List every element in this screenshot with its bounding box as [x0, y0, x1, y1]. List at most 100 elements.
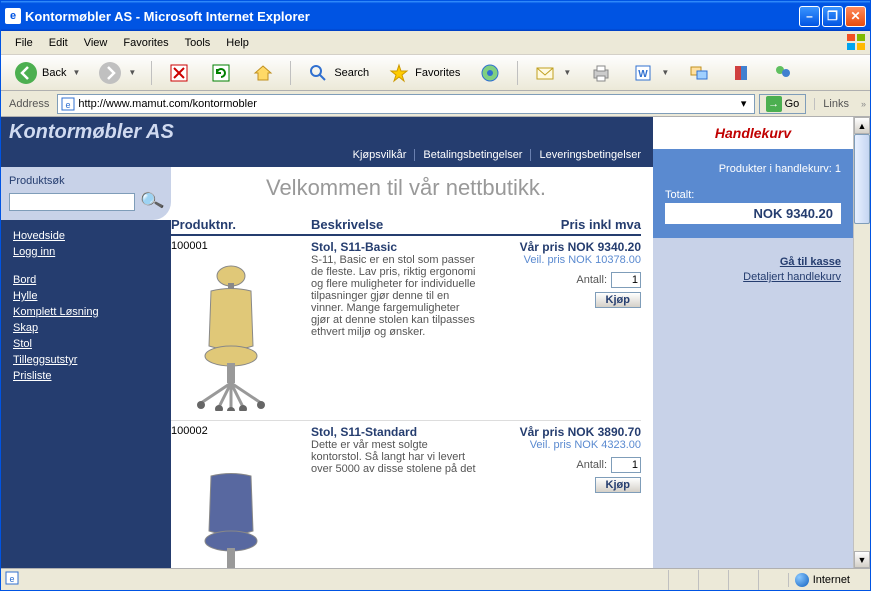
menu-view[interactable]: View [76, 35, 116, 51]
cart-summary: Produkter i handlekurv: 1 Totalt: NOK 93… [653, 149, 853, 238]
links-label[interactable]: Links [814, 98, 857, 110]
go-label: Go [785, 98, 800, 110]
menubar: File Edit View Favorites Tools Help [1, 31, 870, 55]
search-label: Produktsøk [9, 175, 163, 187]
windows-flag-icon [846, 33, 866, 51]
recommended-price: Veil. pris NOK 4323.00 [481, 439, 641, 451]
buy-button[interactable]: Kjøp [595, 292, 641, 308]
link-payment-terms[interactable]: Betalingsbetingelser [414, 149, 522, 161]
search-input[interactable] [9, 193, 135, 211]
product-nr: 100002 [171, 425, 311, 437]
cart-title: Handlekurv [653, 117, 853, 149]
product-nr: 100001 [171, 240, 311, 252]
search-button[interactable]: Search [299, 59, 376, 87]
address-input[interactable] [78, 96, 735, 112]
home-icon [251, 61, 275, 85]
nav-tilbehor[interactable]: Tilleggsutstyr [13, 354, 159, 366]
edit-button[interactable]: W▼ [624, 59, 676, 87]
back-button[interactable]: Back ▼ [7, 59, 87, 87]
header-links: Kjøpsvilkår Betalingsbetingelser Leverin… [281, 117, 653, 167]
go-button[interactable]: → Go [759, 94, 807, 114]
window-title: Kontormøbler AS - Microsoft Internet Exp… [25, 9, 799, 24]
col-price: Pris inkl mva [481, 217, 641, 232]
maximize-button[interactable]: ❐ [822, 6, 843, 27]
mail-button[interactable]: ▼ [526, 59, 578, 87]
discuss-icon [687, 61, 711, 85]
site-header: Kontormøbler AS [1, 117, 281, 167]
product-row: 100001Stol, S11-BasicS-11, Basic er en s… [171, 236, 641, 421]
research-icon [729, 61, 753, 85]
qty-label: Antall: [576, 459, 607, 471]
svg-text:e: e [66, 100, 71, 110]
link-purchase-terms[interactable]: Kjøpsvilkår [345, 149, 407, 161]
scroll-down-button[interactable]: ▼ [854, 551, 870, 568]
scroll-thumb[interactable] [854, 134, 870, 224]
menu-file[interactable]: File [7, 35, 41, 51]
nav-hylle[interactable]: Hylle [13, 290, 159, 302]
chevron-down-icon: ▼ [563, 68, 571, 77]
refresh-icon [209, 61, 233, 85]
qty-input[interactable] [611, 457, 641, 473]
qty-label: Antall: [576, 274, 607, 286]
refresh-button[interactable] [202, 59, 240, 87]
product-description: Dette er vår mest solgte kontorstol. Så … [311, 439, 481, 475]
cart-total-label: Totalt: [665, 189, 841, 201]
scroll-up-button[interactable]: ▲ [854, 117, 870, 134]
messenger-button[interactable] [764, 59, 802, 87]
chevron-down-icon: ▼ [661, 68, 669, 77]
nav-login[interactable]: Logg inn [13, 246, 159, 258]
minimize-button[interactable]: – [799, 6, 820, 27]
security-zone: Internet [788, 573, 870, 587]
search-icon[interactable]: 🔍 [138, 188, 165, 214]
close-button[interactable]: ✕ [845, 6, 866, 27]
welcome-heading: Velkommen til vår nettbutikk. [171, 167, 641, 217]
detailed-cart-link[interactable]: Detaljert handlekurv [665, 271, 841, 283]
product-image [171, 441, 291, 568]
zone-label: Internet [813, 574, 850, 586]
col-product-nr: Produktnr. [171, 217, 311, 232]
go-arrow-icon: → [766, 96, 782, 112]
product-name: Stol, S11-Basic [311, 240, 481, 254]
recommended-price: Veil. pris NOK 10378.00 [481, 254, 641, 266]
search-icon [306, 61, 330, 85]
vertical-scrollbar[interactable]: ▲ ▼ [853, 117, 870, 568]
print-button[interactable] [582, 59, 620, 87]
favorites-button[interactable]: Favorites [380, 59, 467, 87]
our-price: Vår pris NOK 3890.70 [481, 425, 641, 439]
forward-icon [98, 61, 122, 85]
discuss-button[interactable] [680, 59, 718, 87]
menu-edit[interactable]: Edit [41, 35, 76, 51]
research-button[interactable] [722, 59, 760, 87]
menu-favorites[interactable]: Favorites [115, 35, 176, 51]
ie-icon: e [5, 8, 21, 24]
address-field-wrap[interactable]: e ▾ [57, 94, 754, 114]
star-icon [387, 61, 411, 85]
back-label: Back [42, 67, 66, 79]
chevron-down-icon: ▼ [128, 68, 136, 77]
toolbar: Back ▼ ▼ Search Favorites ▼ W▼ [1, 55, 870, 91]
link-delivery-terms[interactable]: Leveringsbetingelser [530, 149, 641, 161]
print-icon [589, 61, 613, 85]
nav-home[interactable]: Hovedside [13, 230, 159, 242]
menu-help[interactable]: Help [218, 35, 257, 51]
messenger-icon [771, 61, 795, 85]
ie-status-icon: e [5, 571, 19, 588]
product-table-header: Produktnr. Beskrivelse Pris inkl mva [171, 217, 641, 236]
nav-prisliste[interactable]: Prisliste [13, 370, 159, 382]
menu-tools[interactable]: Tools [177, 35, 219, 51]
nav-komplett[interactable]: Komplett Løsning [13, 306, 159, 318]
statusbar: e Internet [1, 568, 870, 590]
chevron-down-icon: ▼ [72, 68, 80, 77]
media-button[interactable] [471, 59, 509, 87]
checkout-link[interactable]: Gå til kasse [665, 256, 841, 268]
stop-button[interactable] [160, 59, 198, 87]
buy-button[interactable]: Kjøp [595, 477, 641, 493]
address-dropdown[interactable]: ▾ [736, 97, 752, 110]
nav-bord[interactable]: Bord [13, 274, 159, 286]
nav-skap[interactable]: Skap [13, 322, 159, 334]
titlebar: e Kontormøbler AS - Microsoft Internet E… [1, 1, 870, 31]
nav-stol[interactable]: Stol [13, 338, 159, 350]
forward-button[interactable]: ▼ [91, 59, 143, 87]
qty-input[interactable] [611, 272, 641, 288]
home-button[interactable] [244, 59, 282, 87]
